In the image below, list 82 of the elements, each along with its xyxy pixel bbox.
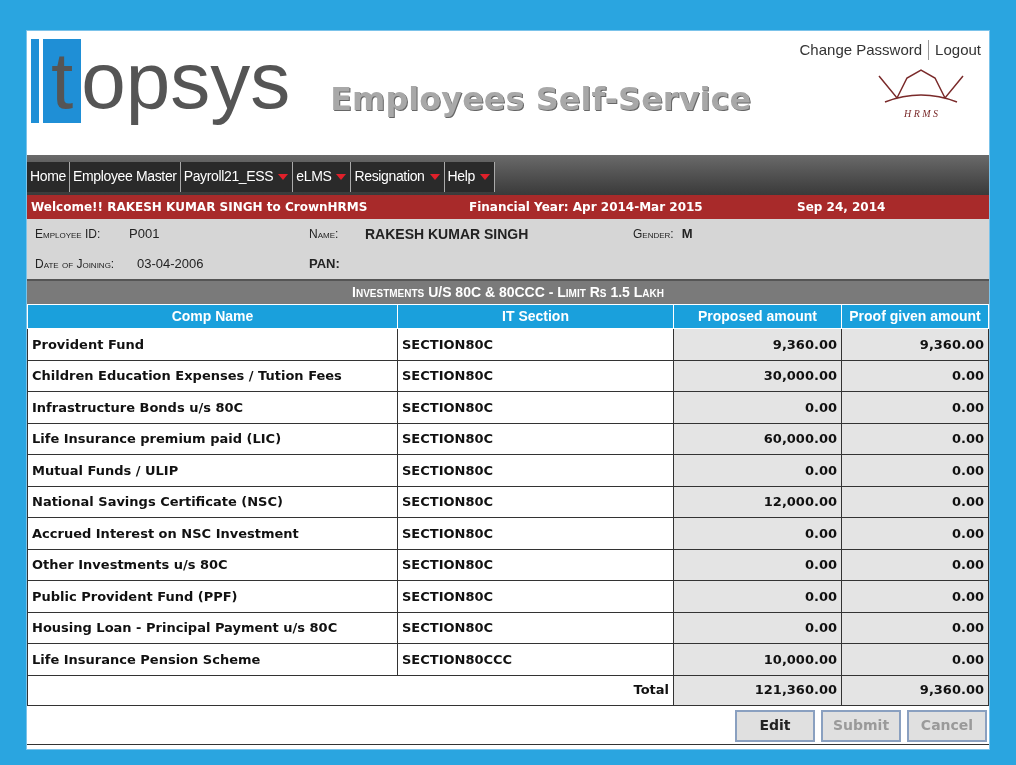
field-label: Name: [309, 226, 340, 243]
nav-menu-item[interactable]: Resignation [351, 161, 445, 192]
table-cell: 0.00 [841, 391, 989, 423]
table-cell: 10,000.00 [673, 643, 842, 675]
table-cell: 0.00 [841, 454, 989, 486]
nav-menu-item[interactable]: Payroll21_ESS [180, 161, 294, 192]
change-password-link[interactable]: Change Password [799, 39, 923, 62]
nav-menu-item[interactable]: eLMS [293, 161, 352, 192]
table-cell: 0.00 [841, 549, 989, 581]
table-cell: 0.00 [673, 549, 842, 581]
logout-link[interactable]: Logout [935, 39, 981, 62]
field-label: Date of Joining: [35, 256, 116, 273]
nav-menu-item[interactable]: Employee Master [69, 161, 181, 192]
field-value: 03-04-2006 [136, 255, 205, 274]
column-header: Proposed amount [673, 304, 842, 329]
table-cell: 0.00 [673, 612, 842, 644]
table-cell: 0.00 [841, 517, 989, 549]
table-cell: 0.00 [673, 580, 842, 612]
nav-menu-item[interactable]: Help [444, 161, 495, 192]
table-cell: 60,000.00 [673, 423, 842, 455]
logo-letter: t [43, 39, 82, 123]
total-cell: 9,360.00 [841, 675, 989, 705]
table-cell: Life Insurance premium paid (LIC) [27, 423, 398, 455]
table-cell: Public Provident Fund (PPF) [27, 580, 398, 612]
current-date: Sep 24, 2014 [797, 199, 886, 216]
table-title: Investments U/S 80C & 80CCC - Limit Rs 1.5 Lakh [352, 283, 664, 302]
table-cell: SECTION80C [397, 517, 674, 549]
field-value: M [681, 225, 693, 244]
table-cell: 9,360.00 [673, 328, 842, 360]
table-cell: 0.00 [673, 391, 842, 423]
caret-icon [335, 172, 348, 181]
table-cell: 0.00 [841, 643, 989, 675]
table-cell: 0.00 [673, 454, 842, 486]
table-cell: SECTION80C [397, 423, 674, 455]
table-cell: 0.00 [841, 580, 989, 612]
welcome-text: Welcome!! RAKESH KUMAR SINGH to CrownHRMS [31, 199, 369, 216]
crown-text: H R M S [903, 106, 939, 121]
table-cell: Mutual Funds / ULIP [27, 454, 398, 486]
table-cell: National Savings Certificate (NSC) [27, 486, 398, 518]
column-header: IT Section [397, 304, 674, 329]
column-header: Proof given amount [841, 304, 989, 329]
field-label: Gender: [633, 226, 674, 243]
field-label: Employee ID: [35, 226, 102, 243]
caret-icon [428, 172, 441, 181]
table-cell: Provident Fund [27, 328, 398, 360]
table-cell: SECTION80C [397, 360, 674, 392]
field-label: PAN: [309, 255, 341, 274]
field-value: RAKESH KUMAR SINGH [365, 224, 530, 244]
nav-menu-item[interactable]: Home [27, 161, 70, 192]
caret-icon [277, 172, 290, 181]
table-cell: 0.00 [673, 517, 842, 549]
table-cell: SECTION80CCC [397, 643, 674, 675]
crown-icon [875, 67, 967, 106]
table-cell: SECTION80C [397, 391, 674, 423]
table-cell: SECTION80C [397, 486, 674, 518]
table-cell: 0.00 [841, 612, 989, 644]
column-header: Comp Name [27, 304, 398, 329]
table-cell: 0.00 [841, 423, 989, 455]
table-cell: SECTION80C [397, 454, 674, 486]
caret-icon [478, 172, 491, 181]
table-cell: Accrued Interest on NSC Investment [27, 517, 398, 549]
table-cell: 12,000.00 [673, 486, 842, 518]
table-cell: 0.00 [841, 360, 989, 392]
table-cell: SECTION80C [397, 580, 674, 612]
table-cell: Housing Loan - Principal Payment u/s 80C [27, 612, 398, 644]
field-value: P001 [129, 225, 161, 244]
logo-text: opsys [81, 39, 291, 123]
action-button[interactable]: Edit [735, 709, 815, 742]
table-cell: Children Education Expenses / Tution Fees [27, 360, 398, 392]
table-cell: SECTION80C [397, 328, 674, 360]
table-cell: SECTION80C [397, 549, 674, 581]
total-cell: 121,360.00 [673, 675, 842, 705]
table-cell: 0.00 [841, 486, 989, 518]
table-cell: Life Insurance Pension Scheme [27, 643, 398, 675]
table-cell: Other Investments u/s 80C [27, 549, 398, 581]
table-cell: 30,000.00 [673, 360, 842, 392]
total-label: Total [27, 675, 674, 705]
banner-title: Employees Self-Service [330, 79, 752, 120]
table-cell: SECTION80C [397, 612, 674, 644]
table-cell: 9,360.00 [841, 328, 989, 360]
financial-year: Financial Year: Apr 2014-Mar 2015 [469, 199, 704, 216]
table-cell: Infrastructure Bonds u/s 80C [27, 391, 398, 423]
